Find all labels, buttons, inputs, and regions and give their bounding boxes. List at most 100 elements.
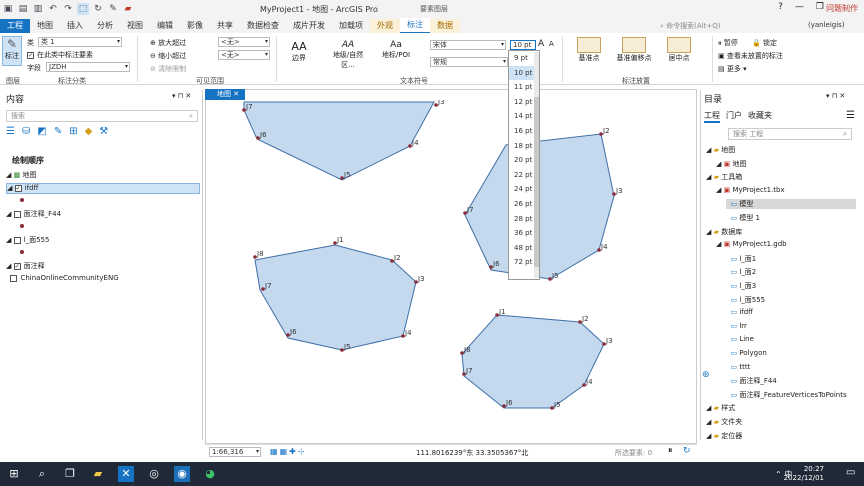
increase-font-icon[interactable]: A bbox=[538, 39, 544, 49]
list-by-source-icon[interactable]: ⛁ bbox=[22, 126, 30, 137]
expand-icon[interactable] bbox=[726, 391, 728, 399]
pane-controls[interactable]: ▾ ⊓ ✕ bbox=[172, 92, 191, 100]
wechat-icon[interactable]: ◕ bbox=[202, 466, 218, 482]
menu-icon[interactable]: ☰ bbox=[846, 110, 855, 121]
file-explorer-icon[interactable]: ▰ bbox=[90, 466, 106, 482]
catalog-item[interactable]: ◢ ▰ 样式 bbox=[706, 403, 735, 413]
catalog-tab-0[interactable]: 工程 bbox=[704, 110, 720, 123]
font-style-combo[interactable]: 常规 ▾ bbox=[430, 57, 508, 67]
style-poi[interactable]: Aa 地标/POI bbox=[380, 40, 412, 70]
zoom-out-limit-button[interactable]: ⊖ 缩小超过 bbox=[150, 51, 186, 61]
catalog-tab-1[interactable]: 门户 bbox=[726, 110, 742, 123]
polygon-feature[interactable] bbox=[461, 314, 605, 409]
map-node[interactable]: ◢ ▩ 地图 bbox=[6, 170, 36, 180]
tab-6[interactable]: 影像 bbox=[180, 19, 210, 33]
label-toggle-button[interactable]: ✎ 标注 bbox=[2, 36, 22, 66]
expand-icon[interactable]: ◢ bbox=[706, 228, 711, 236]
catalog-item[interactable]: ▭ lrr bbox=[726, 322, 746, 330]
search-icon[interactable]: ⌕ bbox=[34, 466, 50, 482]
minimize-button[interactable]: — bbox=[795, 2, 804, 12]
zoom-out-limit-combo[interactable]: <无> ▾ bbox=[218, 50, 270, 60]
style-place[interactable]: AA 地级/自然区... bbox=[328, 40, 368, 70]
base-offset-button[interactable]: 基准偏移点 bbox=[614, 37, 654, 67]
map-tab[interactable]: 地图 ✕ bbox=[205, 89, 245, 100]
expand-icon[interactable] bbox=[6, 274, 8, 282]
catalog-item[interactable]: ▭ l_面3 bbox=[726, 281, 756, 291]
catalog-item[interactable]: ▭ 面注释_FeatureVerticesToPoints bbox=[726, 390, 846, 400]
crosshair-icon[interactable]: ✚ bbox=[289, 447, 296, 456]
tab-7[interactable]: 共享 bbox=[210, 19, 240, 33]
catalog-item[interactable]: ◢ ▣ MyProject1.tbx bbox=[716, 186, 785, 194]
open-icon[interactable]: ▤ bbox=[17, 3, 29, 15]
catalog-item[interactable]: ▭ tttt bbox=[726, 363, 750, 371]
base-point-button[interactable]: 基准点 bbox=[572, 37, 606, 67]
windows-start-icon[interactable]: ⊞ bbox=[6, 466, 22, 482]
tab-0[interactable]: 工程 bbox=[0, 19, 30, 33]
tab-11[interactable]: 外观 bbox=[370, 19, 400, 33]
command-search[interactable]: ⌕ 命令搜索(Alt+Q) bbox=[660, 21, 780, 32]
clock[interactable]: 20:27 2022/12/01 bbox=[784, 465, 824, 483]
list-by-labeling-icon[interactable]: ◆ bbox=[85, 126, 93, 137]
layer-item[interactable]: ◢ ✓ 面注释 bbox=[6, 261, 200, 272]
layer-visibility-checkbox[interactable] bbox=[13, 236, 21, 244]
expand-icon[interactable] bbox=[726, 200, 728, 208]
expand-icon[interactable] bbox=[726, 363, 728, 371]
expand-icon[interactable] bbox=[726, 268, 728, 276]
font-name-combo[interactable]: 宋体 ▾ bbox=[430, 40, 506, 50]
undo-icon[interactable]: ↶ bbox=[47, 3, 59, 15]
catalog-item[interactable]: ◢ ▰ 数据库 bbox=[706, 227, 742, 237]
style-border[interactable]: AA 边界 bbox=[284, 40, 314, 70]
class-combo[interactable]: 类 1 ▾ bbox=[38, 37, 122, 47]
tab-12[interactable]: 标注 bbox=[400, 18, 430, 34]
decrease-font-icon[interactable]: A bbox=[549, 40, 554, 48]
catalog-item[interactable]: ◢ ▣ 地图 bbox=[716, 159, 746, 169]
expand-icon[interactable] bbox=[726, 214, 728, 222]
catalog-pane-controls[interactable]: ▾ ⊓ ✕ bbox=[826, 92, 845, 100]
map-canvas[interactable]: J3 J4 J5 J6 J7 J1 J2 J3 J4 J5 J6 J7 J8 J2 J3 J4 J5 J6 J7 J1… bbox=[206, 100, 696, 444]
catalog-item[interactable]: ◢ ▰ 定位器 bbox=[706, 431, 742, 441]
catalog-search-input[interactable]: 搜索 工程 ⌕ bbox=[728, 128, 852, 140]
lock-button[interactable]: 🔒 锁定 bbox=[752, 38, 777, 48]
catalog-item[interactable]: ▭ 模型 bbox=[726, 199, 856, 210]
app-icon[interactable]: ◎ bbox=[146, 466, 162, 482]
list-by-editing-icon[interactable]: ✎ bbox=[54, 126, 62, 137]
center-point-button[interactable]: 居中点 bbox=[662, 37, 696, 67]
layer-visibility-checkbox[interactable] bbox=[13, 210, 21, 218]
edit-icon[interactable]: ✎ bbox=[107, 3, 119, 15]
save-icon[interactable]: ▥ bbox=[32, 3, 44, 15]
collapse-icon[interactable]: ⊛ bbox=[702, 370, 710, 380]
catalog-item[interactable]: ▭ 面注释_F44 bbox=[726, 376, 776, 386]
polygon-feature[interactable] bbox=[243, 101, 435, 181]
catalog-tab-2[interactable]: 收藏夹 bbox=[748, 110, 772, 123]
refresh-icon[interactable]: ↻ bbox=[683, 446, 691, 456]
help-button[interactable]: ? bbox=[778, 2, 783, 12]
expand-icon[interactable] bbox=[726, 255, 728, 263]
pause-button[interactable]: ⏸ 暂停 bbox=[718, 38, 738, 48]
arcgis-pro-icon[interactable]: ◉ bbox=[174, 466, 190, 482]
catalog-item[interactable]: ◢ ▰ 工具箱 bbox=[706, 172, 742, 182]
tab-3[interactable]: 分析 bbox=[90, 19, 120, 33]
expand-icon[interactable]: ◢ bbox=[706, 173, 711, 181]
tab-2[interactable]: 插入 bbox=[60, 19, 90, 33]
user-name[interactable]: (yanleigis) bbox=[808, 21, 845, 29]
expand-icon[interactable] bbox=[726, 296, 728, 304]
field-combo[interactable]: JZDH ▾ bbox=[46, 62, 130, 72]
grid-icon[interactable]: ▦ bbox=[280, 447, 288, 456]
catalog-item[interactable]: ▭ 模型 1 bbox=[726, 213, 760, 223]
capture-app-icon[interactable]: ✕ bbox=[118, 466, 134, 482]
expand-icon[interactable]: ◢ bbox=[6, 210, 11, 218]
expand-icon[interactable] bbox=[726, 349, 728, 357]
new-project-icon[interactable]: ▣ bbox=[2, 3, 14, 15]
restore-button[interactable]: ❐ bbox=[816, 2, 824, 12]
layer-visibility-checkbox[interactable]: ✓ bbox=[13, 262, 21, 270]
catalog-item[interactable]: ▭ l_面555 bbox=[726, 295, 765, 305]
redo-icon[interactable]: ↷ bbox=[62, 3, 74, 15]
expand-icon[interactable] bbox=[726, 335, 728, 343]
expand-icon[interactable] bbox=[726, 377, 728, 385]
expand-icon[interactable]: ◢ bbox=[716, 240, 721, 248]
view-unplaced-button[interactable]: ▣ 查看未放置的标注 bbox=[718, 51, 783, 61]
tab-8[interactable]: 数据检查 bbox=[240, 19, 286, 33]
expand-icon[interactable] bbox=[726, 308, 728, 316]
tab-4[interactable]: 视图 bbox=[120, 19, 150, 33]
scale-combo[interactable]: 1:66,316 ▾ bbox=[209, 447, 261, 457]
